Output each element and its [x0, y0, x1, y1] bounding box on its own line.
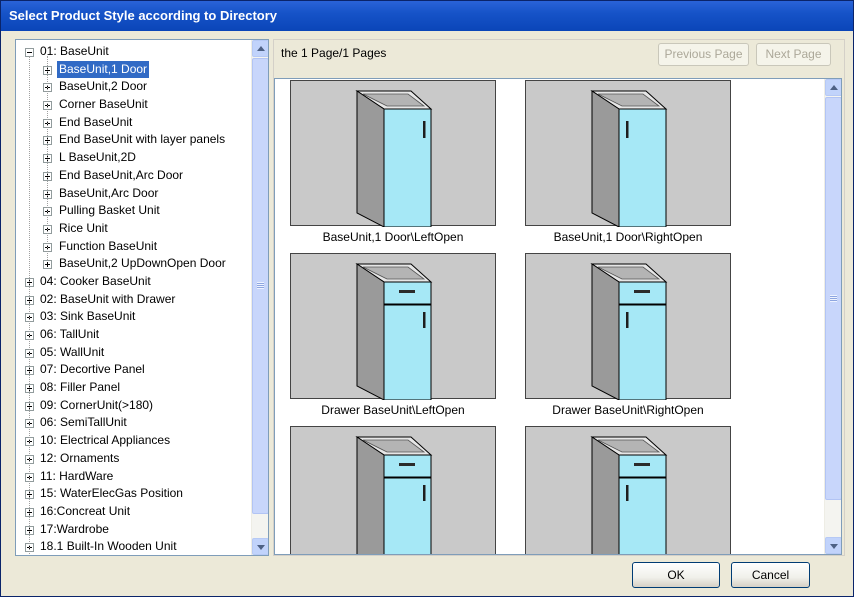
- tree-item[interactable]: Corner BaseUnit: [16, 96, 251, 114]
- tree-item-label[interactable]: L BaseUnit,2D: [57, 149, 138, 167]
- tree-item[interactable]: L BaseUnit,2D: [16, 149, 251, 167]
- cabinet-image: [355, 436, 433, 554]
- scroll-up-button[interactable]: [252, 40, 268, 57]
- tree-item-label[interactable]: 03: Sink BaseUnit: [38, 308, 137, 326]
- tree-item-label[interactable]: 02: BaseUnit with Drawer: [38, 291, 177, 309]
- tree-item-label[interactable]: BaseUnit,2 Door: [57, 78, 149, 96]
- tree-item-label[interactable]: 12: Ornaments: [38, 450, 121, 468]
- cancel-button[interactable]: Cancel: [731, 562, 810, 588]
- product-thumbnail[interactable]: [290, 253, 496, 400]
- tree-item-label[interactable]: BaseUnit,1 Door: [55, 59, 151, 80]
- next-page-button[interactable]: Next Page: [756, 43, 831, 66]
- tree-item-label[interactable]: Corner BaseUnit: [57, 96, 150, 114]
- cabinet-image: [590, 263, 668, 400]
- tree-item-label[interactable]: 16:Concreat Unit: [38, 503, 132, 521]
- gallery-scroll-up-button[interactable]: [825, 79, 841, 96]
- tree-item[interactable]: Rice Unit: [16, 220, 251, 238]
- tree-item[interactable]: 10: Electrical Appliances: [16, 432, 251, 450]
- tree-item-label[interactable]: 11: HardWare: [38, 468, 115, 486]
- cabinet-image: [355, 90, 433, 227]
- tree-item[interactable]: BaseUnit,1 Door: [16, 59, 251, 80]
- product-panel: the 1 Page/1 Pages Previous Page Next Pa…: [273, 39, 845, 556]
- gallery-scrollbar[interactable]: [824, 79, 841, 554]
- previous-page-button[interactable]: Previous Page: [658, 43, 749, 66]
- tree-item-label[interactable]: 09: CornerUnit(>180): [38, 397, 155, 415]
- tree-item-label[interactable]: 18.1 Built-In Wooden Unit: [38, 538, 179, 555]
- tree-item-label[interactable]: End BaseUnit with layer panels: [57, 131, 227, 149]
- expand-icon[interactable]: [43, 260, 52, 270]
- tree-item-label[interactable]: Function BaseUnit: [57, 238, 159, 256]
- gallery-scroll-thumb[interactable]: [825, 97, 841, 500]
- scroll-thumb[interactable]: [252, 58, 268, 514]
- product-caption: BaseUnit,1 Door\RightOpen: [553, 230, 703, 244]
- product-thumbnail[interactable]: [525, 253, 731, 400]
- cabinet-image: [590, 436, 668, 554]
- ok-button[interactable]: OK: [632, 562, 720, 588]
- scroll-down-button[interactable]: [252, 538, 268, 555]
- tree-item-label[interactable]: 15: WaterElecGas Position: [38, 485, 185, 503]
- tree-item[interactable]: 04: Cooker BaseUnit: [16, 273, 251, 291]
- title-bar[interactable]: Select Product Style according to Direct…: [1, 1, 853, 31]
- tree-item[interactable]: 06: SemiTallUnit: [16, 414, 251, 432]
- tree-connector-line: [29, 56, 30, 554]
- tree-item-label[interactable]: 08: Filler Panel: [38, 379, 122, 397]
- tree-item[interactable]: Pulling Basket Unit: [16, 202, 251, 220]
- tree-item[interactable]: End BaseUnit with layer panels: [16, 131, 251, 149]
- tree-item-label[interactable]: 06: SemiTallUnit: [38, 414, 129, 432]
- tree-item-label[interactable]: 04: Cooker BaseUnit: [38, 273, 153, 291]
- product-gallery: BaseUnit,1 Door\LeftOpen BaseUnit,1 Door\…: [274, 78, 842, 555]
- product-caption: BaseUnit,1 Door\LeftOpen: [322, 230, 464, 244]
- gallery-scroll-down-button[interactable]: [825, 537, 841, 554]
- page-info: the 1 Page/1 Pages: [281, 46, 387, 60]
- product-thumbnail[interactable]: [290, 426, 496, 554]
- tree-item[interactable]: BaseUnit,Arc Door: [16, 185, 251, 203]
- tree-item-label[interactable]: 01: BaseUnit: [38, 43, 111, 61]
- tree-item-label[interactable]: BaseUnit,Arc Door: [57, 185, 160, 203]
- window-title: Select Product Style according to Direct…: [9, 8, 278, 23]
- cabinet-image: [355, 263, 433, 400]
- tree-item-label[interactable]: Pulling Basket Unit: [57, 202, 162, 220]
- tree-item-label[interactable]: 06: TallUnit: [38, 326, 101, 344]
- tree-item-label[interactable]: 05: WallUnit: [38, 344, 106, 362]
- product-thumbnail[interactable]: [290, 80, 496, 227]
- tree-item[interactable]: 03: Sink BaseUnit: [16, 308, 251, 326]
- tree-item[interactable]: 08: Filler Panel: [16, 379, 251, 397]
- tree-item[interactable]: 11: HardWare: [16, 468, 251, 486]
- tree-item-label[interactable]: BaseUnit,2 UpDownOpen Door: [57, 255, 228, 273]
- tree-item[interactable]: 16:Concreat Unit: [16, 503, 251, 521]
- tree-item[interactable]: 05: WallUnit: [16, 344, 251, 362]
- product-caption: Drawer BaseUnit\RightOpen: [552, 403, 704, 417]
- tree-item-label[interactable]: 10: Electrical Appliances: [38, 432, 172, 450]
- tree-connector-line: [47, 56, 48, 260]
- tree-item[interactable]: 09: CornerUnit(>180): [16, 397, 251, 415]
- tree-item[interactable]: 15: WaterElecGas Position: [16, 485, 251, 503]
- tree-item-label[interactable]: Rice Unit: [57, 220, 110, 238]
- tree-item-label[interactable]: End BaseUnit: [57, 114, 134, 132]
- tree-item[interactable]: BaseUnit,2 Door: [16, 78, 251, 96]
- tree-item[interactable]: BaseUnit,2 UpDownOpen Door: [16, 255, 251, 273]
- tree-item[interactable]: 01: BaseUnit: [16, 43, 251, 61]
- tree-item[interactable]: 12: Ornaments: [16, 450, 251, 468]
- product-thumbnail[interactable]: [525, 80, 731, 227]
- tree-item[interactable]: 07: Decortive Panel: [16, 361, 251, 379]
- directory-tree-panel: 01: BaseUnit BaseUnit,1 Door BaseUnit,2 Do…: [15, 39, 269, 556]
- tree-item-label[interactable]: 17:Wardrobe: [38, 521, 111, 539]
- cabinet-image: [590, 90, 668, 227]
- tree-item[interactable]: 18.1 Built-In Wooden Unit: [16, 538, 251, 555]
- directory-tree[interactable]: 01: BaseUnit BaseUnit,1 Door BaseUnit,2 Do…: [16, 40, 251, 555]
- tree-item-label[interactable]: 07: Decortive Panel: [38, 361, 147, 379]
- tree-item-label[interactable]: End BaseUnit,Arc Door: [57, 167, 185, 185]
- tree-item[interactable]: End BaseUnit: [16, 114, 251, 132]
- product-caption: Drawer BaseUnit\LeftOpen: [321, 403, 465, 417]
- dialog-window: Select Product Style according to Direct…: [0, 0, 854, 597]
- tree-scrollbar[interactable]: [251, 40, 268, 555]
- tree-item[interactable]: End BaseUnit,Arc Door: [16, 167, 251, 185]
- tree-item[interactable]: 06: TallUnit: [16, 326, 251, 344]
- tree-item[interactable]: Function BaseUnit: [16, 238, 251, 256]
- tree-item[interactable]: 02: BaseUnit with Drawer: [16, 291, 251, 309]
- tree-item[interactable]: 17:Wardrobe: [16, 521, 251, 539]
- product-thumbnail[interactable]: [525, 426, 731, 554]
